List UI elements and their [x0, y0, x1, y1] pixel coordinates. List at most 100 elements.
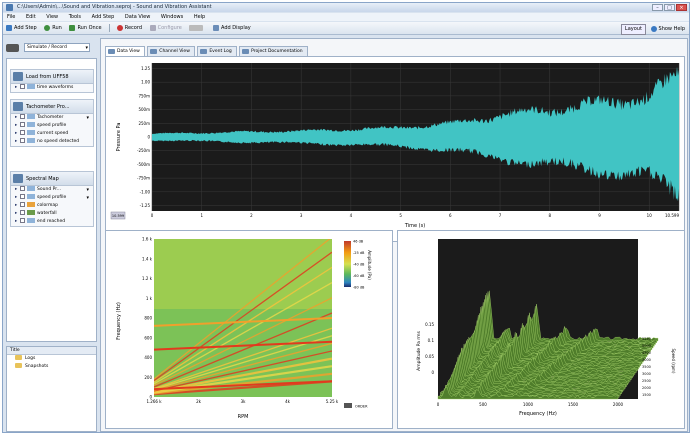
step-input-row[interactable]: ▸ Tachometer ▾: [11, 114, 93, 122]
run-button[interactable]: Run: [44, 22, 62, 35]
step-input-row[interactable]: ▸ Sound Pr... ▾: [11, 186, 93, 194]
step-output-row[interactable]: ▸ colormap: [11, 202, 93, 210]
configure-button[interactable]: Configure: [149, 22, 182, 35]
menu-file[interactable]: File: [7, 14, 15, 20]
event-log-icon: [200, 49, 208, 54]
document-icon: [242, 49, 250, 54]
flag-icon: [27, 218, 35, 223]
tab-channel-view[interactable]: Channel View: [147, 46, 195, 56]
step-header[interactable]: Spectral Map: [11, 172, 93, 186]
colormap-display[interactable]: 1.6 k 1.4 k 1.2 k1 k 800 600 400 200 0 1.266 k2…: [105, 230, 393, 429]
menu-add-step[interactable]: Add Step: [92, 14, 115, 20]
checkbox[interactable]: [20, 130, 25, 135]
colorbar-tick: -40 dB: [353, 263, 365, 267]
x-axis-label: RPM: [238, 414, 249, 420]
x-tick-label: 4k: [285, 399, 291, 404]
menu-help[interactable]: Help: [194, 14, 205, 20]
time-waveform-display[interactable]: 1.25 1.00 750m 500m 250m 0 -250m -500m -750m -1.0…: [105, 56, 685, 242]
signal-icon: [27, 130, 35, 135]
menu-edit[interactable]: Edit: [26, 14, 36, 20]
add-display-button[interactable]: Add Display: [213, 22, 251, 35]
x-tick-label: 1000: [523, 402, 534, 407]
show-help-button[interactable]: Show Help: [650, 25, 685, 32]
menu-view[interactable]: View: [46, 14, 58, 20]
x-tick-label: 2k: [196, 399, 202, 404]
chevron-down-icon[interactable]: ▾: [86, 186, 89, 194]
menu-windows[interactable]: Windows: [161, 14, 183, 20]
y-tick-label: 0.05: [425, 354, 434, 359]
tab-data-view[interactable]: Data View: [105, 46, 145, 56]
output-label: no speed detected: [37, 139, 80, 144]
z-tick-label: 4500: [642, 351, 651, 355]
y-axis-label: Frequency (Hz): [116, 302, 122, 340]
checkbox[interactable]: [20, 218, 25, 223]
y-tick-label: 0: [431, 370, 434, 375]
run-once-button[interactable]: Run Once: [69, 22, 102, 35]
y-tick-label: 0.15: [425, 322, 434, 327]
data-view-icon: [108, 49, 115, 54]
tab-event-log[interactable]: Event Log: [197, 46, 237, 56]
waterfall-display[interactable]: 0.15 0.1 0.05 0 0 500 1000 1500 2000 1500 2000 25…: [397, 230, 685, 429]
checkbox[interactable]: [20, 202, 25, 207]
x-tick-label: 2000: [613, 402, 624, 407]
step-header[interactable]: Tachometer Pro...: [11, 100, 93, 114]
y-tick-label: 600: [144, 335, 152, 340]
x-tick-label: 3: [300, 213, 303, 218]
folder-logs[interactable]: Logs: [7, 355, 96, 363]
chevron-down-icon[interactable]: ▾: [86, 194, 89, 202]
device-select[interactable]: Simulate / Record: [24, 43, 90, 52]
output-label: current speed: [37, 131, 69, 136]
step-block[interactable]: Load from UFF58 ▸ time waveforms: [10, 69, 94, 93]
checkbox[interactable]: [20, 186, 25, 191]
layout-toggle[interactable]: [189, 22, 205, 35]
toolbar-right: Layout Show Help: [620, 24, 685, 35]
x-tick-label: 0: [437, 402, 440, 407]
step-block[interactable]: Tachometer Pro... ▸ Tachometer ▾ ▸ speed pr…: [10, 99, 94, 147]
step-output-row[interactable]: ▸ time waveforms: [11, 84, 93, 92]
step-title: Tachometer Pro...: [26, 104, 70, 110]
signal-icon: [27, 194, 35, 199]
chevron-down-icon[interactable]: ▾: [86, 114, 89, 122]
folder-snapshots[interactable]: Snapshots: [7, 363, 96, 371]
x-tick-label: 500: [479, 402, 487, 407]
maximize-icon[interactable]: □: [664, 4, 675, 11]
colormap-chart[interactable]: 1.6 k1.4 k1.2 k1 k8006004002000 1.266 k2…: [106, 231, 394, 430]
menu-data-view[interactable]: Data View: [125, 14, 150, 20]
y-tick-label: 800: [144, 316, 152, 321]
add-step-button[interactable]: Add Step: [6, 22, 37, 35]
checkbox[interactable]: [20, 114, 25, 119]
minimize-icon[interactable]: –: [652, 4, 663, 11]
x-tick-label: 10: [647, 213, 653, 218]
add-step-icon: [6, 24, 12, 31]
step-output-row[interactable]: ▸ waterfall: [11, 210, 93, 218]
folder-icon: [15, 363, 22, 368]
checkbox[interactable]: [20, 122, 25, 127]
order-legend-swatch: [344, 403, 352, 408]
step-output-row[interactable]: ▸ speed profile: [11, 122, 93, 130]
run-icon: [44, 24, 51, 31]
step-header[interactable]: Load from UFF58: [11, 70, 93, 84]
step-output-row[interactable]: ▸ end reached: [11, 218, 93, 226]
y-tick-label: -250m: [137, 148, 150, 153]
run-once-label: Run Once: [77, 25, 102, 31]
step-block[interactable]: Spectral Map ▸ Sound Pr... ▾ ▸ speed profil…: [10, 171, 94, 227]
colorbar-tick: 46 dB: [353, 240, 364, 244]
layout-button[interactable]: Layout: [620, 24, 646, 35]
x-tick-label: 1500: [568, 402, 579, 407]
step-input-row[interactable]: ▸ speed profile ▾: [11, 194, 93, 202]
title-bar: C:\Users\Admin\...\Sound and Vibration.s…: [3, 3, 689, 12]
time-waveform-chart[interactable]: 1.25 1.00 750m 500m 250m 0 -250m -500m -750m -1.0…: [106, 57, 686, 229]
record-button[interactable]: Record: [116, 22, 142, 35]
menu-tools[interactable]: Tools: [69, 14, 81, 20]
tab-project-documentation[interactable]: Project Documentation: [239, 46, 308, 56]
checkbox[interactable]: [20, 194, 25, 199]
y-tick-label: -500m: [137, 162, 150, 167]
waterfall-chart[interactable]: 0.15 0.1 0.05 0 0 500 1000 1500 2000 1500 2000 25…: [398, 231, 686, 430]
checkbox[interactable]: [20, 210, 25, 215]
checkbox[interactable]: [20, 84, 25, 89]
step-output-row[interactable]: ▸ no speed detected: [11, 138, 93, 146]
close-icon[interactable]: ×: [676, 4, 687, 11]
step-output-row[interactable]: ▸ current speed: [11, 130, 93, 138]
z-axis-label: Speed (rpm): [671, 348, 676, 373]
checkbox[interactable]: [20, 138, 25, 143]
